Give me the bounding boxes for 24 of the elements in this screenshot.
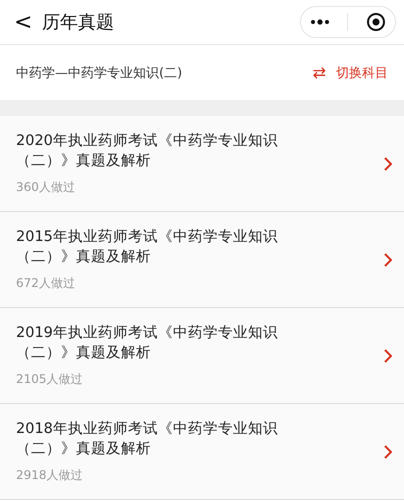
- chevron-right-icon: [384, 444, 392, 458]
- paper-title: 2020年执业药师考试《中药学专业知识（二）》真题及解析: [16, 132, 279, 171]
- switch-icon[interactable]: ⇄: [312, 63, 326, 82]
- attempt-count: 360人做过: [16, 179, 76, 196]
- paper-title: 2019年执业药师考试《中药学专业知识（二）》真题及解析: [16, 324, 279, 363]
- paper-title: 2015年执业药师考试《中药学专业知识（二）》真题及解析: [16, 228, 279, 267]
- capsule-menu[interactable]: [300, 6, 396, 38]
- subject-name: 中药学—中药学专业知识(二): [16, 64, 182, 82]
- back-button[interactable]: <: [14, 10, 42, 34]
- paper-item[interactable]: 2018年执业药师考试《中药学专业知识（二）》真题及解析 2918人做过: [0, 404, 404, 500]
- paper-item[interactable]: 2019年执业药师考试《中药学专业知识（二）》真题及解析 2105人做过: [0, 308, 404, 404]
- chevron-right-icon: [384, 348, 392, 362]
- paper-item[interactable]: 2015年执业药师考试《中药学专业知识（二）》真题及解析 672人做过: [0, 212, 404, 308]
- attempt-count: 2918人做过: [16, 467, 84, 484]
- close-icon[interactable]: [366, 12, 386, 32]
- attempt-count: 2105人做过: [16, 371, 84, 388]
- more-icon[interactable]: [310, 19, 330, 25]
- page-title: 历年真题: [42, 11, 115, 34]
- chevron-right-icon: [384, 156, 392, 170]
- paper-title: 2018年执业药师考试《中药学专业知识（二）》真题及解析: [16, 420, 279, 459]
- paper-item[interactable]: 2020年执业药师考试《中药学专业知识（二）》真题及解析 360人做过: [0, 116, 404, 212]
- switch-subject-link[interactable]: 切换科目: [336, 64, 388, 82]
- attempt-count: 672人做过: [16, 275, 76, 292]
- chevron-right-icon: [384, 252, 392, 266]
